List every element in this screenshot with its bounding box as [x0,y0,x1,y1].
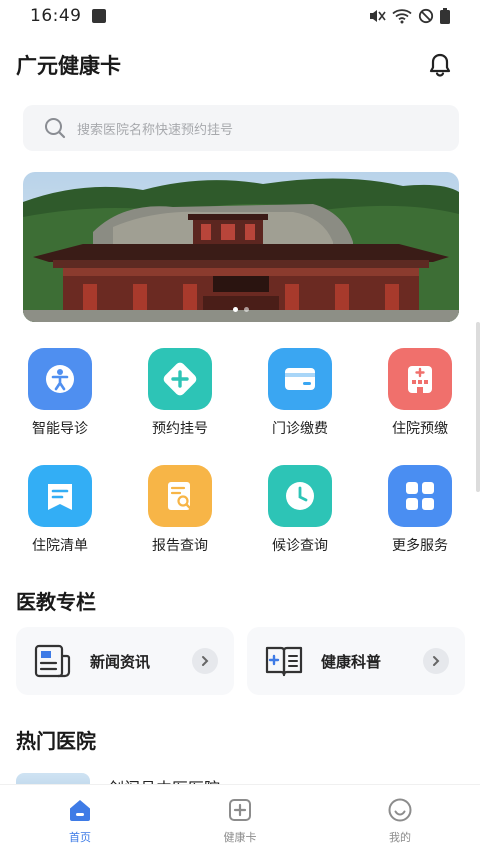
status-time: 16:49 [30,6,82,26]
service-smart-guide[interactable]: 智能导诊 [0,348,120,465]
status-icons [368,8,450,24]
banner-indicator [23,307,459,312]
hospital-icon [388,348,452,410]
bell-icon [429,53,451,77]
tab-health-card-label: 健康卡 [223,831,257,844]
service-label: 智能导诊 [32,421,88,437]
tab-health-card[interactable]: 健康卡 [160,785,320,854]
service-more[interactable]: 更多服务 [360,465,480,582]
service-appointment[interactable]: 预约挂号 [120,348,240,465]
tab-home[interactable]: 首页 [0,785,160,854]
edu-section-title: 医教专栏 [16,590,96,614]
temple-banner-image [23,172,459,322]
service-waiting-query[interactable]: 候诊查询 [240,465,360,582]
wifi-icon [392,9,412,24]
health-science-card[interactable]: 健康科普 [247,627,465,695]
battery-icon [440,8,450,24]
notification-app-icon [91,9,106,23]
service-label: 报告查询 [152,538,208,554]
do-not-disturb-icon [418,8,434,24]
service-report-query[interactable]: 报告查询 [120,465,240,582]
report-search-icon [148,465,212,527]
service-label: 住院预缴 [392,421,448,437]
service-grid: 智能导诊 预约挂号 门诊缴费 住院预缴 住院清单 报告查询 候诊查询 更多服务 [0,348,480,582]
service-inpatient-list[interactable]: 住院清单 [0,465,120,582]
news-card-label: 新闻资讯 [90,652,151,671]
banner-dot [244,307,249,312]
service-label: 候诊查询 [272,538,328,554]
app-title: 广元健康卡 [16,54,121,78]
apps-grid-icon [388,465,452,527]
home-icon [70,800,90,821]
service-inpatient-deposit[interactable]: 住院预缴 [360,348,480,465]
service-row: 住院清单 报告查询 候诊查询 更多服务 [0,465,480,582]
status-bar: 16:49 [0,0,480,32]
service-label: 门诊缴费 [272,421,328,437]
service-label: 住院清单 [32,538,88,554]
tab-mine[interactable]: 我的 [320,785,480,854]
hospitals-section-title: 热门医院 [16,729,96,753]
chevron-right-icon [423,648,449,674]
mute-icon [370,10,386,22]
book-icon [265,646,303,677]
service-outpatient-payment[interactable]: 门诊缴费 [240,348,360,465]
card-icon [268,348,332,410]
banner-carousel[interactable] [23,172,459,322]
newspaper-icon [34,644,71,678]
service-label: 预约挂号 [152,421,208,437]
plus-cross-icon [148,348,212,410]
health-card-icon [229,799,251,821]
chevron-right-icon [192,648,218,674]
list-doc-icon [28,465,92,527]
notification-bell-button[interactable] [424,49,456,81]
health-science-label: 健康科普 [321,652,382,671]
app-header: 广元健康卡 [0,40,480,90]
service-row: 智能导诊 预约挂号 门诊缴费 住院预缴 [0,348,480,465]
tab-mine-label: 我的 [389,831,411,844]
tab-home-label: 首页 [69,831,91,844]
search-placeholder: 搜索医院名称快速预约挂号 [77,122,234,138]
banner-dot-active [233,307,238,312]
search-bar[interactable]: 搜索医院名称快速预约挂号 [23,105,459,151]
person-guide-icon [28,348,92,410]
smile-icon [388,798,412,822]
bottom-tab-bar: 首页 健康卡 我的 [0,784,480,854]
edge-scroll-handle[interactable] [476,322,480,492]
clock-icon [268,465,332,527]
service-label: 更多服务 [392,538,448,554]
news-card[interactable]: 新闻资讯 [16,627,234,695]
search-icon [45,118,66,139]
